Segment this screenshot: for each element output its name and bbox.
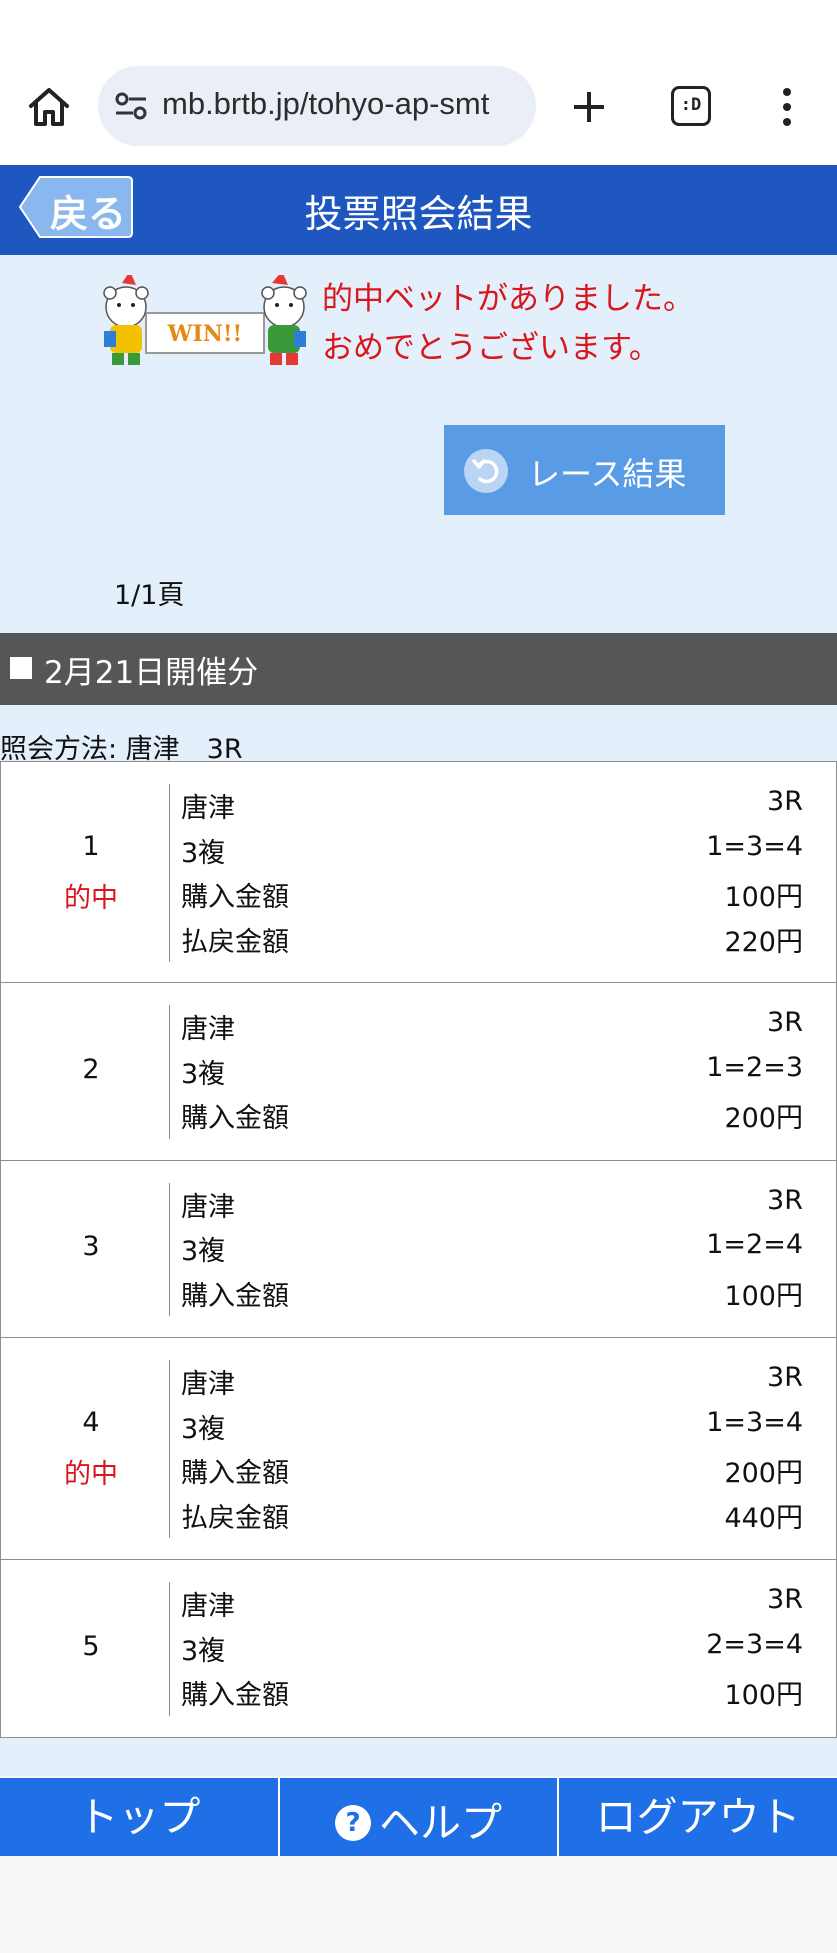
bet-field-label: 3複 bbox=[181, 1236, 226, 1267]
row-divider bbox=[169, 1582, 170, 1716]
more-menu-icon[interactable] bbox=[772, 84, 802, 130]
bet-field-label: 払戻金額 bbox=[181, 926, 289, 958]
bet-field-label: 唐津 bbox=[181, 1014, 235, 1045]
bet-number: 4 bbox=[82, 1407, 100, 1438]
bet-field-label: 唐津 bbox=[181, 1369, 235, 1400]
page-footer-space bbox=[0, 1856, 837, 1953]
bet-field-value: 3R bbox=[767, 786, 803, 817]
bet-field-label: 唐津 bbox=[181, 1191, 235, 1223]
bet-field-value: 3R bbox=[767, 1584, 803, 1615]
bet-field-label: 3複 bbox=[181, 1413, 226, 1445]
bet-number: 2 bbox=[82, 1053, 100, 1085]
row-divider bbox=[169, 784, 170, 962]
bet-row: 5 唐津 3R 3複 2=3=4 購入金額 100円 bbox=[0, 1560, 837, 1738]
return-arrow-icon bbox=[464, 449, 508, 493]
browser-toolbar: mb.brtb.jp/tohyo-ap-smt :D bbox=[0, 0, 837, 165]
bet-field-label: 唐津 bbox=[181, 1591, 235, 1622]
tab-switcher-button[interactable]: :D bbox=[671, 86, 711, 126]
bet-field-label: 3複 bbox=[181, 1058, 226, 1090]
bet-field-value: 3R bbox=[767, 1007, 803, 1038]
page-title: 投票照会結果 bbox=[304, 192, 533, 236]
hit-label: 的中 bbox=[64, 1459, 118, 1490]
bet-row: 1 的中 唐津 3R 3複 1=3=4 購入金額 100円払戻金額 220円 bbox=[0, 761, 837, 983]
bet-field-label: 購入金額 bbox=[181, 1103, 289, 1134]
bet-field-label: 3複 bbox=[181, 1635, 226, 1667]
question-icon: ? bbox=[335, 1805, 371, 1841]
bet-field-value: 1=2=3 bbox=[706, 1051, 803, 1083]
bet-field-label: 購入金額 bbox=[181, 1280, 289, 1312]
svg-text:WIN!!: WIN!! bbox=[167, 321, 242, 347]
hit-label: 的中 bbox=[64, 883, 118, 914]
bet-field-value: 100円 bbox=[724, 1680, 803, 1711]
bet-row: 4 的中 唐津 3R 3複 1=3=4 購入金額 200円払戻金額 440円 bbox=[0, 1338, 837, 1560]
row-divider bbox=[169, 1360, 170, 1538]
bet-number: 3 bbox=[82, 1231, 100, 1263]
win-message: 的中ベットがありました。 おめでとうございます。 bbox=[322, 275, 694, 373]
row-divider bbox=[169, 1182, 170, 1316]
page-indicator: 1/1頁 bbox=[114, 580, 185, 611]
bet-field-value: 3R bbox=[767, 1362, 803, 1393]
bet-field-label: 購入金額 bbox=[181, 1458, 289, 1489]
win-message-line2: おめでとうございます。 bbox=[322, 330, 660, 366]
bet-field-value: 440円 bbox=[724, 1502, 803, 1534]
bottom-navigation: トップ ? ヘルプ ログアウト bbox=[0, 1778, 837, 1856]
bet-field-label: 3複 bbox=[181, 837, 226, 869]
top-button[interactable]: トップ bbox=[0, 1778, 280, 1856]
win-mascot-illustration: WIN!! bbox=[103, 275, 307, 365]
bet-number: 1 bbox=[82, 831, 100, 862]
bet-field-value: 100円 bbox=[724, 1280, 803, 1312]
help-label: ヘルプ bbox=[379, 1799, 502, 1847]
bet-field-value: 200円 bbox=[724, 1458, 803, 1489]
bet-field-value: 2=3=4 bbox=[706, 1628, 803, 1660]
bet-row: 3 唐津 3R 3複 1=2=4 購入金額 100円 bbox=[0, 1160, 837, 1338]
new-tab-icon[interactable] bbox=[566, 84, 612, 130]
url-text: mb.brtb.jp/tohyo-ap-smt bbox=[162, 86, 490, 121]
help-button[interactable]: ? ヘルプ bbox=[279, 1778, 560, 1856]
win-notice: WIN!! 的中ベットがありました。 おめでとうございます。 レース結果 1/1… bbox=[0, 255, 837, 633]
bet-field-label: 購入金額 bbox=[181, 1680, 289, 1711]
bet-number: 5 bbox=[82, 1630, 100, 1662]
page-header: 戻る 投票照会結果 bbox=[0, 165, 837, 255]
race-result-label: レース結果 bbox=[528, 455, 687, 493]
logout-button[interactable]: ログアウト bbox=[559, 1778, 837, 1856]
date-section-header: 2月21日開催分 bbox=[0, 633, 837, 705]
bet-field-label: 唐津 bbox=[181, 793, 235, 824]
race-result-button[interactable]: レース結果 bbox=[444, 425, 725, 515]
bet-field-value: 1=3=4 bbox=[706, 830, 803, 862]
bet-field-value: 220円 bbox=[724, 926, 803, 958]
bet-row: 2 唐津 3R 3複 1=2=3 購入金額 200円 bbox=[0, 983, 837, 1161]
bet-field-value: 1=3=4 bbox=[706, 1406, 803, 1438]
bet-field-value: 3R bbox=[767, 1184, 803, 1216]
win-message-line1: 的中ベットがありました。 bbox=[322, 281, 694, 317]
bet-field-label: 払戻金額 bbox=[181, 1502, 289, 1534]
row-divider bbox=[169, 1005, 170, 1139]
logout-label: ログアウト bbox=[595, 1793, 801, 1841]
date-label: 2月21日開催分 bbox=[44, 655, 259, 691]
top-label: トップ bbox=[77, 1793, 201, 1841]
address-bar[interactable]: mb.brtb.jp/tohyo-ap-smt bbox=[98, 66, 536, 146]
site-settings-icon[interactable] bbox=[114, 90, 148, 122]
bet-field-value: 200円 bbox=[724, 1103, 803, 1134]
bet-field-label: 購入金額 bbox=[181, 882, 289, 913]
bet-field-value: 1=2=4 bbox=[706, 1229, 803, 1260]
home-icon[interactable] bbox=[26, 84, 72, 130]
square-bullet-icon bbox=[10, 657, 32, 679]
bet-field-value: 100円 bbox=[724, 882, 803, 913]
bet-results: 照会方法: 唐津 3R 1 的中 唐津 3R 3複 1=3=4 購入金額 100円 払戻金額 22… bbox=[0, 705, 837, 1776]
